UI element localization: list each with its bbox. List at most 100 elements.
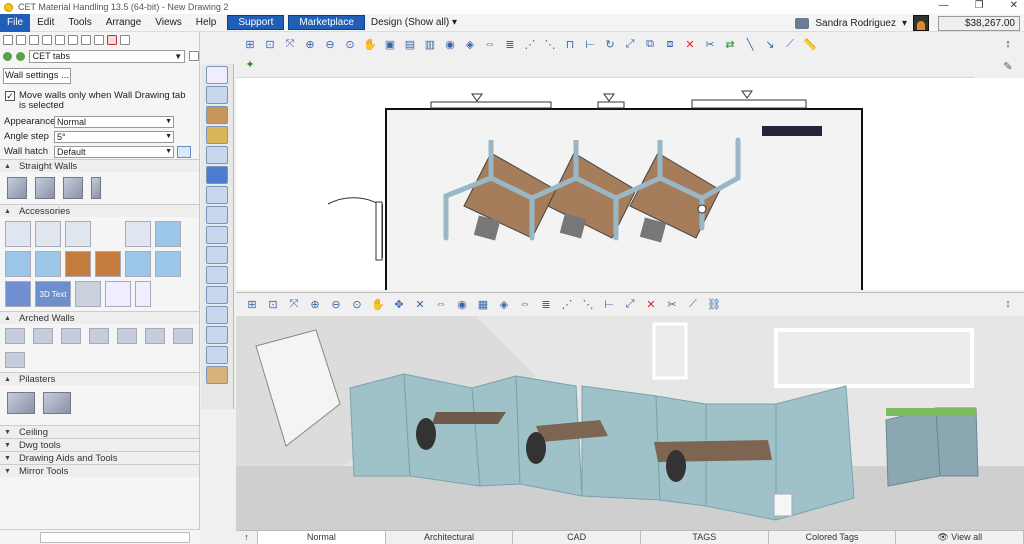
straight-wall-item[interactable] xyxy=(35,177,55,199)
resize-vertical-icon[interactable]: ↕ xyxy=(1000,296,1016,312)
new-icon[interactable] xyxy=(3,35,13,45)
select-icon[interactable]: ▣ xyxy=(382,36,398,52)
zoom-extents-icon[interactable]: ⊞ xyxy=(244,296,260,312)
move-icon[interactable]: ⇔ xyxy=(433,296,449,312)
pilaster-item[interactable] xyxy=(43,392,71,414)
cube-tool-icon[interactable] xyxy=(206,326,228,344)
measure-tool-icon[interactable] xyxy=(206,126,228,144)
align-icon[interactable]: ⇔ xyxy=(517,296,533,312)
arched-wall-item[interactable] xyxy=(89,328,109,344)
view-icon[interactable]: ◈ xyxy=(462,36,478,52)
glass-panel-item[interactable] xyxy=(155,221,181,247)
section-mirror-tools[interactable]: ▼ Mirror Tools xyxy=(0,464,199,477)
arched-wall-item[interactable] xyxy=(5,352,25,368)
render-icon[interactable]: ▦ xyxy=(475,296,491,312)
snap-icon[interactable]: ≣ xyxy=(538,296,554,312)
undo-icon[interactable] xyxy=(107,35,117,45)
save-icon[interactable] xyxy=(29,35,39,45)
stretch-icon[interactable]: ⤢ xyxy=(622,296,638,312)
radiator-item[interactable] xyxy=(75,281,101,307)
camera-icon[interactable]: ◉ xyxy=(454,296,470,312)
resize-vertical-icon[interactable]: ↕ xyxy=(1000,38,1016,54)
arrow-opening-item[interactable] xyxy=(125,251,151,277)
arched-wall-item[interactable] xyxy=(33,328,53,344)
move-walls-option[interactable]: ✓ Move walls only when Wall Drawing tab … xyxy=(0,88,199,114)
edit-icon[interactable]: ✎ xyxy=(1000,60,1016,76)
stretch-icon[interactable]: ⤢ xyxy=(622,36,638,52)
wood-double-door-item[interactable] xyxy=(95,251,121,277)
section-arched-walls[interactable]: ▲ Arched Walls xyxy=(0,311,199,324)
zoom-in-icon[interactable]: ⊕ xyxy=(302,36,318,52)
open-icon[interactable] xyxy=(16,35,26,45)
wrench-tool-icon[interactable] xyxy=(206,286,228,304)
ruler-icon[interactable]: 📏 xyxy=(802,36,818,52)
text-3d-item[interactable]: 3D Text xyxy=(35,281,71,307)
copy-array-icon[interactable]: ⋱ xyxy=(580,296,596,312)
copy-icon[interactable] xyxy=(81,35,91,45)
close-icon[interactable]: ✕ xyxy=(1010,0,1018,11)
marketplace-button[interactable]: Marketplace xyxy=(288,15,365,30)
arched-wall-item[interactable] xyxy=(61,328,81,344)
arched-wall-item[interactable] xyxy=(5,328,25,344)
fly-icon[interactable]: ✕ xyxy=(412,296,428,312)
plant-tool-icon[interactable] xyxy=(206,266,228,284)
section-accessories[interactable]: ▲ Accessories xyxy=(0,204,199,217)
monitor-tool-icon[interactable] xyxy=(206,146,228,164)
measure-item[interactable] xyxy=(65,221,91,247)
arched-wall-item[interactable] xyxy=(173,328,193,344)
panel-item[interactable] xyxy=(135,281,151,307)
hatch-select[interactable]: Default ▼ xyxy=(54,145,174,158)
wood-door-item[interactable] xyxy=(65,251,91,277)
arched-wall-item[interactable] xyxy=(117,328,137,344)
hatch-picker-icon[interactable] xyxy=(177,145,191,158)
window-item[interactable] xyxy=(125,221,151,247)
add-tab-icon[interactable] xyxy=(189,51,199,61)
trim-icon[interactable]: ⋰ xyxy=(559,296,575,312)
ungroup-icon[interactable]: ⧈ xyxy=(662,36,678,52)
pan-icon[interactable]: ✋ xyxy=(370,296,386,312)
view3d[interactable] xyxy=(236,316,1024,530)
line-icon[interactable]: ╲ xyxy=(742,36,758,52)
cut-icon[interactable] xyxy=(68,35,78,45)
catalog-tool-icon[interactable] xyxy=(206,366,228,384)
pipe-item[interactable] xyxy=(105,281,131,307)
angle-select[interactable]: 5° ▼ xyxy=(54,130,174,143)
straight-wall-item[interactable] xyxy=(63,177,83,199)
pilaster-item[interactable] xyxy=(7,392,35,414)
measure-tape-icon[interactable]: ⟋ xyxy=(782,36,798,52)
cut-icon[interactable]: ✂ xyxy=(664,296,680,312)
menu-arrange[interactable]: Arrange xyxy=(99,14,149,32)
lift-tool-icon[interactable] xyxy=(206,186,228,204)
zoom-out-icon[interactable]: ⊖ xyxy=(322,36,338,52)
cut-icon[interactable]: ✂ xyxy=(702,36,718,52)
menu-help[interactable]: Help xyxy=(189,14,224,32)
design-dropdown[interactable]: Design (Show all) ▾ xyxy=(371,17,457,28)
link-icon[interactable]: ⛓ xyxy=(706,296,722,312)
plan-view[interactable] xyxy=(236,78,1024,290)
rotate-icon[interactable]: ↻ xyxy=(602,36,618,52)
cet-tabs-select[interactable]: CET tabs ▼ xyxy=(28,49,186,63)
delete-icon[interactable]: ✕ xyxy=(682,36,698,52)
zoom-window-icon[interactable]: ⊡ xyxy=(262,36,278,52)
snap-point-icon[interactable]: ✦ xyxy=(242,56,258,72)
dimension-icon[interactable]: ⊢ xyxy=(601,296,617,312)
camera-icon[interactable]: ◉ xyxy=(442,36,458,52)
chevron-down-icon[interactable]: ▾ xyxy=(902,18,907,29)
dimension-icon[interactable]: ⊢ xyxy=(582,36,598,52)
stairs-tool-icon[interactable] xyxy=(206,206,228,224)
support-button[interactable]: Support xyxy=(227,15,285,30)
arched-wall-item[interactable] xyxy=(145,328,165,344)
window-grid-item[interactable] xyxy=(5,281,31,307)
arched-opening-item[interactable] xyxy=(35,221,61,247)
link-tool-icon[interactable] xyxy=(206,306,228,324)
zoom-window-icon[interactable]: ⊡ xyxy=(265,296,281,312)
section-straight-walls[interactable]: ▲ Straight Walls xyxy=(0,159,199,172)
redo-icon[interactable] xyxy=(120,35,130,45)
section-pilasters[interactable]: ▲ Pilasters xyxy=(0,372,199,385)
group-icon[interactable]: ⧉ xyxy=(642,36,658,52)
grid-tool-icon[interactable] xyxy=(206,166,228,184)
door-opening-item[interactable] xyxy=(5,221,31,247)
straight-wall-item[interactable] xyxy=(7,177,27,199)
tab-colored-tags[interactable]: Colored Tags xyxy=(769,531,897,544)
minimize-icon[interactable]: — xyxy=(939,0,949,11)
